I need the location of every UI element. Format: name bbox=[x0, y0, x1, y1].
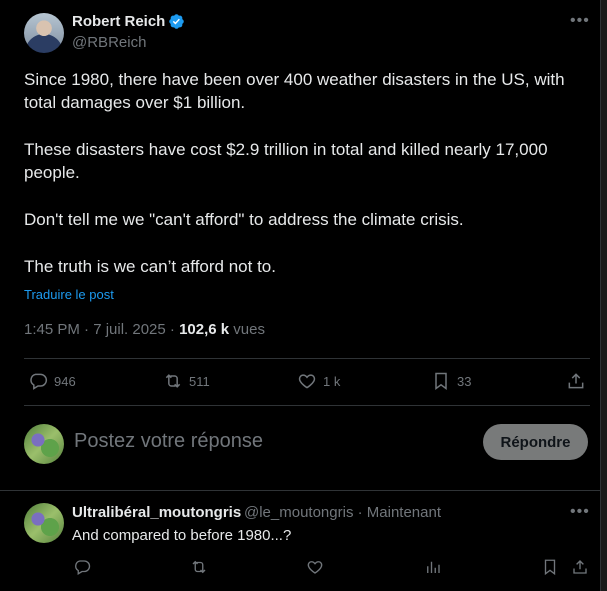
tweet-paragraph: Don't tell me we "can't afford" to addre… bbox=[24, 210, 464, 229]
bookmark-count: 33 bbox=[457, 373, 472, 389]
tweet-meta: 1:45 PM · 7 juil. 2025 · 102,6 k vues bbox=[24, 321, 265, 338]
tweet-paragraph: Since 1980, there have been over 400 wea… bbox=[24, 70, 565, 112]
tweet-text: Since 1980, there have been over 400 wea… bbox=[24, 68, 589, 302]
views-count[interactable]: 102,6 k bbox=[179, 321, 229, 338]
divider bbox=[24, 358, 590, 359]
repost-action-button[interactable]: 511 bbox=[163, 371, 210, 391]
reply-icon bbox=[30, 373, 48, 390]
tweet-paragraph: The truth is we can’t afford not to. bbox=[24, 257, 276, 276]
repost-icon bbox=[165, 374, 181, 388]
heart-icon bbox=[298, 374, 316, 389]
author-name[interactable]: Robert Reich bbox=[72, 13, 165, 30]
share-icon bbox=[568, 373, 584, 389]
reply-action-button[interactable]: 946 bbox=[28, 371, 76, 391]
translate-link[interactable]: Traduire le post bbox=[24, 287, 114, 302]
like-action-button[interactable]: 1 k bbox=[297, 371, 340, 391]
divider bbox=[0, 490, 601, 491]
comment-views-icon[interactable] bbox=[424, 558, 442, 576]
author-avatar[interactable] bbox=[24, 13, 64, 53]
comment-like-icon[interactable] bbox=[306, 558, 324, 576]
reply-count: 946 bbox=[54, 373, 76, 389]
comment-bookmark-icon[interactable] bbox=[541, 558, 559, 576]
meta-separator: · bbox=[165, 321, 180, 338]
scrollbar[interactable] bbox=[601, 0, 607, 591]
bookmark-icon bbox=[435, 372, 447, 390]
comment-repost-icon[interactable] bbox=[190, 558, 208, 576]
more-horizontal-icon[interactable]: ••• bbox=[570, 12, 590, 30]
more-horizontal-icon[interactable]: ••• bbox=[570, 503, 590, 521]
comment-text: And compared to before 1980...? bbox=[72, 527, 292, 544]
like-count: 1 k bbox=[323, 373, 341, 389]
views-label: vues bbox=[229, 321, 265, 338]
comment-handle-time[interactable]: @le_moutongris · Maintenant bbox=[244, 504, 441, 521]
reply-input[interactable]: Postez votre réponse bbox=[74, 430, 263, 453]
verified-badge-icon bbox=[169, 14, 184, 29]
tweet-paragraph: These disasters have cost $2.9 trillion … bbox=[24, 140, 548, 182]
author-handle[interactable]: @RBReich bbox=[72, 34, 146, 51]
current-user-avatar[interactable] bbox=[24, 424, 64, 464]
repost-count: 511 bbox=[189, 373, 210, 389]
bookmark-action-button[interactable]: 33 bbox=[431, 371, 471, 391]
comment-author-avatar[interactable] bbox=[24, 503, 64, 543]
comment-share-icon[interactable] bbox=[571, 558, 589, 576]
comment-reply-icon[interactable] bbox=[73, 558, 91, 576]
tweet-detail-panel: Robert Reich @RBReich ••• Since 1980, th… bbox=[0, 0, 601, 591]
divider bbox=[24, 405, 590, 406]
reply-button[interactable]: Répondre bbox=[483, 424, 588, 460]
share-action-button[interactable] bbox=[566, 371, 592, 391]
timestamp[interactable]: 1:45 PM · 7 juil. 2025 bbox=[24, 321, 166, 338]
comment-author-name[interactable]: Ultralibéral_moutongris bbox=[72, 504, 241, 521]
